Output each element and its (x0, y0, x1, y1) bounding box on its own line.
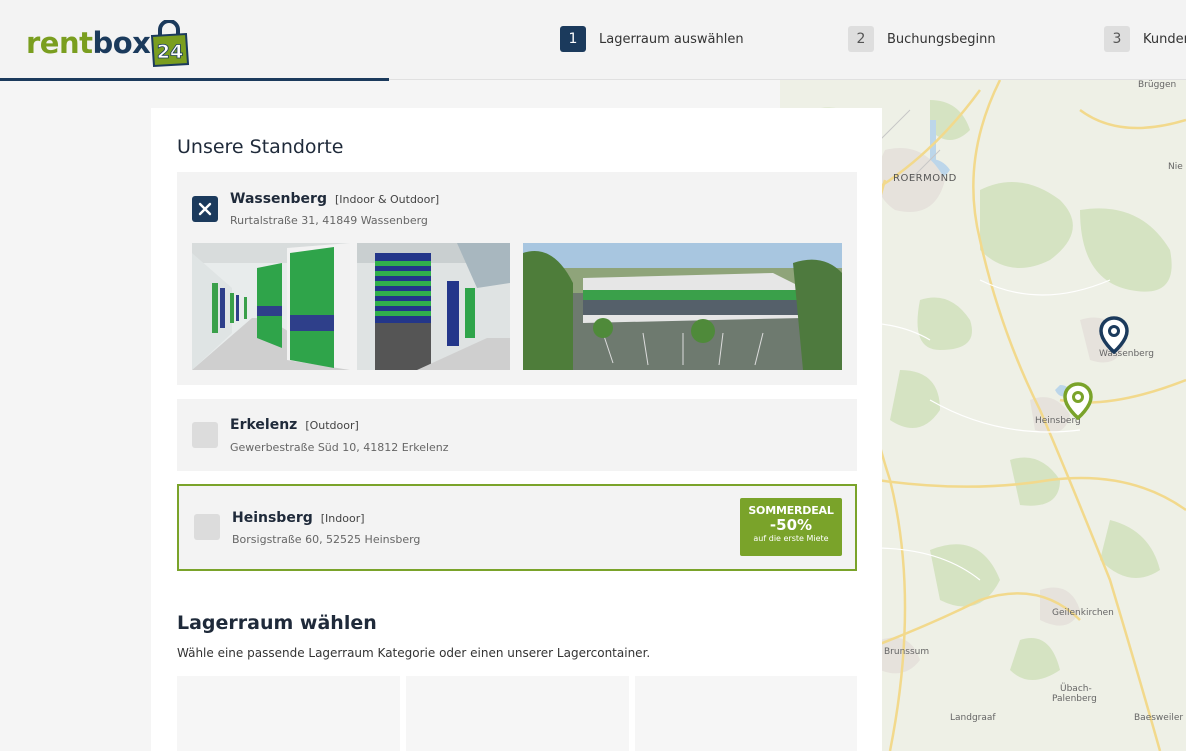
location-type-tag: [Indoor & Outdoor] (334, 193, 440, 206)
map-label: Landgraaf (950, 713, 996, 723)
map-pin-icon[interactable] (1063, 382, 1093, 420)
map-label: Nie (1168, 162, 1183, 172)
location-checkbox[interactable] (192, 196, 218, 222)
step-lagerraum[interactable]: 1 Lagerraum auswählen (560, 26, 848, 52)
logo-wordmark: rentbox (26, 26, 151, 60)
svg-text:24: 24 (157, 41, 183, 63)
step-label: Buchungsbeginn (887, 31, 996, 47)
map-pin-icon[interactable] (1099, 316, 1129, 354)
location-name: Wassenberg [Indoor & Outdoor] (230, 191, 440, 207)
location-card-wassenberg[interactable]: Wassenberg [Indoor & Outdoor] Rurtalstra… (177, 172, 857, 385)
photo-storage-corridor[interactable] (192, 243, 350, 370)
map-label: Brüggen (1138, 80, 1177, 90)
location-checkbox[interactable] (192, 422, 218, 448)
storage-category-list (177, 676, 857, 751)
location-checkbox[interactable] (194, 514, 220, 540)
location-name: Heinsberg [Indoor] (232, 510, 365, 526)
location-address: Borsigstraße 60, 52525 Heinsberg (232, 533, 421, 546)
section-subtitle: Wähle eine passende Lagerraum Kategorie … (177, 646, 651, 660)
map-label: Palenberg (1052, 694, 1097, 704)
location-card-heinsberg[interactable]: Heinsberg [Indoor] Borsigstraße 60, 5252… (177, 484, 857, 571)
logo-lock-badge: 24 (148, 20, 190, 68)
location-type-tag: [Outdoor] (305, 419, 359, 432)
photo-storage-units[interactable] (357, 243, 510, 370)
storage-category-card[interactable] (406, 676, 629, 751)
map-label: Geilenkirchen (1052, 608, 1114, 618)
location-address: Rurtalstraße 31, 41849 Wassenberg (230, 214, 428, 227)
section-title: Lagerraum wählen (177, 612, 377, 634)
header: rentbox 24 1 Lagerraum auswählen 2 Buchu… (0, 0, 1186, 81)
storage-category-card[interactable] (177, 676, 400, 751)
sommerdeal-badge: SOMMERDEAL -50% auf die erste Miete (740, 498, 842, 556)
map-label: Baesweiler (1134, 713, 1184, 723)
location-address: Gewerbestraße Süd 10, 41812 Erkelenz (230, 441, 449, 454)
location-panel: Unsere Standorte Wassenberg [Indoor & Ou… (151, 108, 882, 751)
location-card-erkelenz[interactable]: Erkelenz [Outdoor] Gewerbestraße Süd 10,… (177, 399, 857, 471)
location-photos (192, 243, 842, 370)
step-kunden[interactable]: 3 Kunden (1104, 26, 1186, 52)
step-number: 2 (848, 26, 874, 52)
location-type-tag: [Indoor] (320, 512, 365, 525)
map-label: Brunssum (884, 647, 930, 657)
progress-bar (0, 78, 389, 81)
map-label: Übach- (1060, 684, 1092, 694)
close-icon (198, 202, 212, 216)
step-number: 1 (560, 26, 586, 52)
step-number: 3 (1104, 26, 1130, 52)
step-buchungsbeginn[interactable]: 2 Buchungsbeginn (848, 26, 1104, 52)
photo-facility-exterior[interactable] (523, 243, 842, 370)
booking-steps: 1 Lagerraum auswählen 2 Buchungsbeginn 3… (560, 26, 1186, 52)
step-label: Kunden (1143, 31, 1186, 47)
rentbox24-logo[interactable]: rentbox 24 (26, 12, 190, 68)
location-name: Erkelenz [Outdoor] (230, 417, 359, 433)
step-label: Lagerraum auswählen (599, 31, 744, 47)
section-title: Unsere Standorte (177, 136, 344, 158)
storage-category-card[interactable] (635, 676, 857, 751)
map-label: ROERMOND (893, 173, 957, 184)
